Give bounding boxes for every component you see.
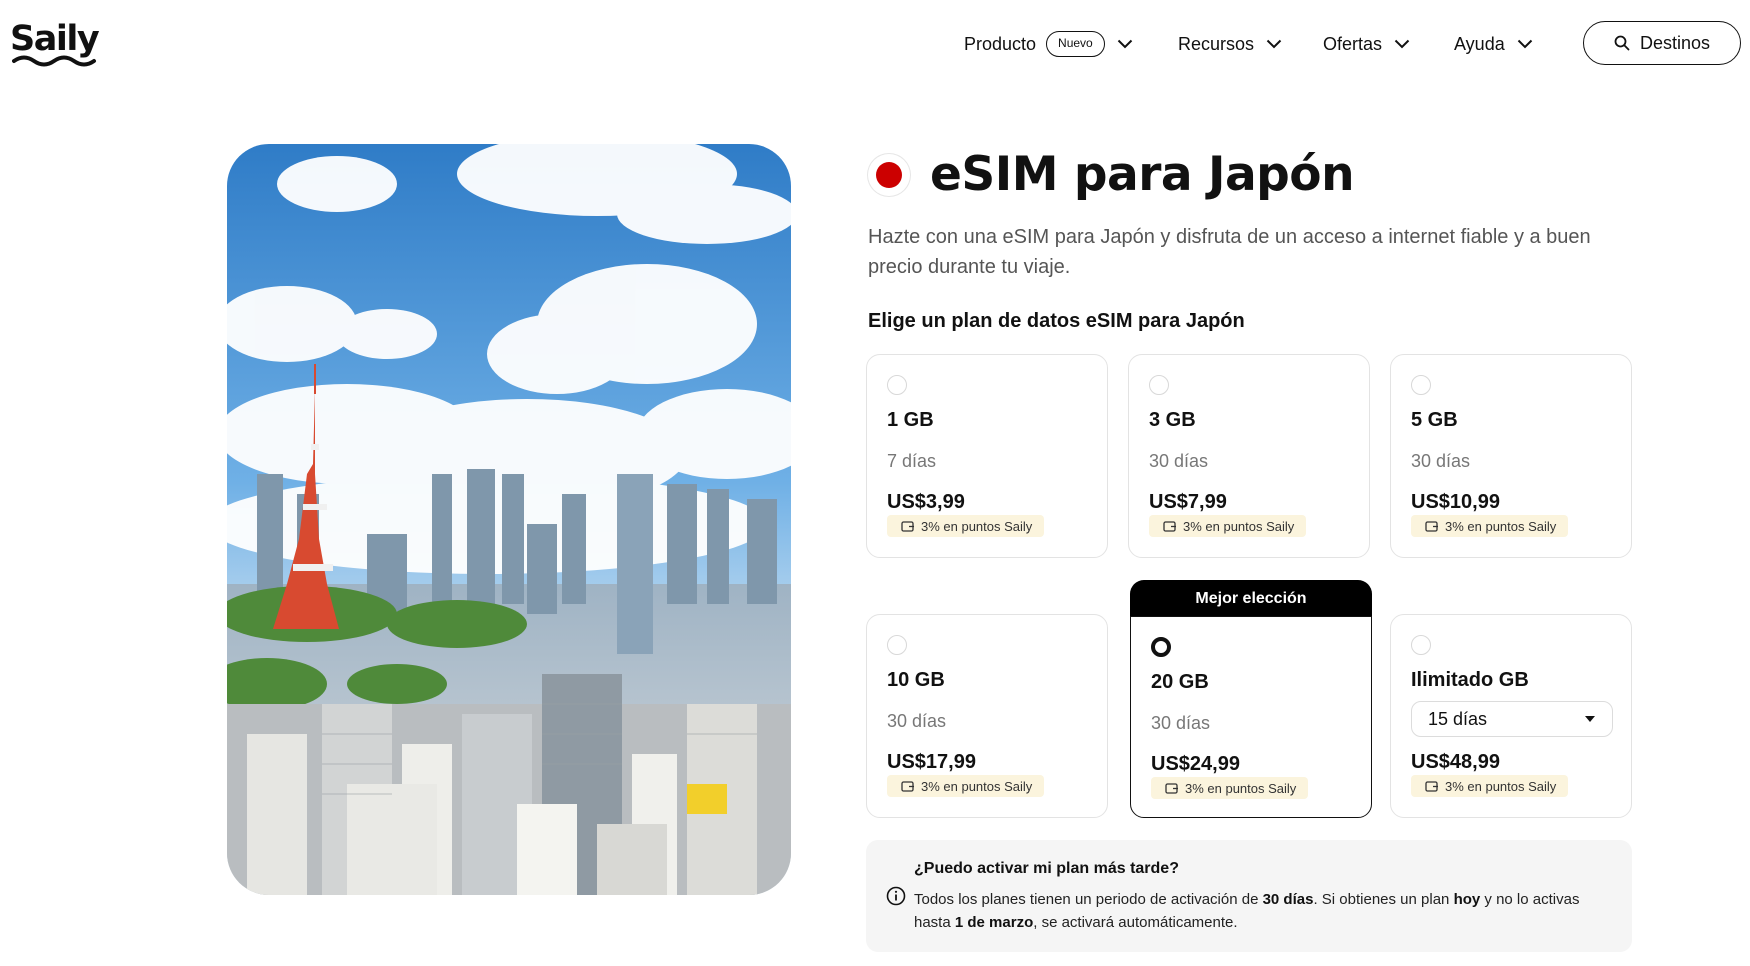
new-badge: Nuevo bbox=[1046, 31, 1105, 57]
chevron-down-icon bbox=[1266, 39, 1282, 49]
plan-card-20gb[interactable]: 20 GB 30 días US$24,99 3% en puntos Sail… bbox=[1130, 616, 1372, 818]
nav-label: Producto bbox=[964, 34, 1037, 54]
destinations-search-button[interactable]: Destinos bbox=[1583, 21, 1741, 65]
info-answer: Todos los planes tienen un periodo de ac… bbox=[914, 888, 1614, 934]
points-badge: 3% en puntos Saily bbox=[887, 775, 1045, 797]
plan-card-3gb[interactable]: 3 GB 30 días US$7,99 3% en puntos Saily bbox=[1128, 354, 1370, 558]
plan-price: US$24,99 bbox=[1151, 753, 1240, 775]
plan-price: US$3,99 bbox=[887, 491, 965, 513]
plan-duration: 30 días bbox=[1411, 451, 1471, 471]
page-title: eSIM para Japón bbox=[930, 147, 1355, 202]
answer-emphasis: 30 días bbox=[1262, 891, 1314, 908]
plan-radio[interactable] bbox=[887, 375, 907, 395]
answer-text: . Si obtienes un plan bbox=[1313, 891, 1454, 908]
points-badge: 3% en puntos Saily bbox=[1149, 515, 1307, 537]
plan-data-amount: 20 GB bbox=[1151, 671, 1209, 693]
nav-item-ofertas[interactable]: Ofertas bbox=[1323, 30, 1410, 58]
page-subtitle: Hazte con una eSIM para Japón y disfruta… bbox=[868, 226, 1591, 278]
logo-wave-icon bbox=[12, 55, 96, 67]
points-label: 3% en puntos Saily bbox=[1445, 778, 1557, 794]
plan-card-1gb[interactable]: 1 GB 7 días US$3,99 3% en puntos Saily bbox=[866, 354, 1108, 558]
nav-label: Ofertas bbox=[1323, 34, 1383, 54]
plan-data-amount: 3 GB bbox=[1149, 409, 1196, 431]
plan-data-amount: 5 GB bbox=[1411, 409, 1458, 431]
wallet-icon bbox=[901, 521, 914, 532]
nav-item-producto[interactable]: Producto Nuevo bbox=[964, 30, 1133, 58]
flag-red-circle bbox=[876, 162, 902, 188]
plan-duration: 30 días bbox=[1151, 713, 1211, 733]
points-badge: 3% en puntos Saily bbox=[1411, 515, 1569, 537]
best-choice-banner: Mejor elección bbox=[1130, 580, 1372, 617]
plan-card-unlimited[interactable]: Ilimitado GB 15 días US$48,99 3% en punt… bbox=[1390, 614, 1632, 818]
plan-card-10gb[interactable]: 10 GB 30 días US$17,99 3% en puntos Sail… bbox=[866, 614, 1108, 818]
nav-item-ayuda[interactable]: Ayuda bbox=[1454, 30, 1533, 58]
wallet-icon bbox=[1163, 521, 1176, 532]
nav-label: Ayuda bbox=[1454, 34, 1505, 54]
answer-emphasis: 1 de marzo bbox=[954, 914, 1034, 931]
wallet-icon bbox=[1165, 783, 1178, 794]
plan-radio[interactable] bbox=[887, 635, 907, 655]
info-question: ¿Puedo activar mi plan más tarde? bbox=[914, 860, 1179, 877]
chevron-down-icon bbox=[1394, 39, 1410, 49]
plan-data-amount: 1 GB bbox=[887, 409, 934, 431]
plan-duration: 30 días bbox=[887, 711, 947, 731]
plan-price: US$7,99 bbox=[1149, 491, 1227, 513]
japan-flag-icon bbox=[868, 154, 910, 196]
chevron-down-icon bbox=[1517, 39, 1533, 49]
search-icon bbox=[1614, 35, 1630, 51]
plan-price: US$17,99 bbox=[887, 751, 976, 773]
wallet-icon bbox=[1425, 781, 1438, 792]
plan-data-amount: 10 GB bbox=[887, 669, 945, 691]
destinations-label: Destinos bbox=[1639, 32, 1711, 53]
points-label: 3% en puntos Saily bbox=[921, 518, 1033, 534]
points-label: 3% en puntos Saily bbox=[1185, 780, 1297, 796]
points-badge: 3% en puntos Saily bbox=[1151, 777, 1309, 799]
caret-down-icon bbox=[1585, 716, 1595, 722]
wallet-icon bbox=[901, 781, 914, 792]
nav-item-recursos[interactable]: Recursos bbox=[1178, 30, 1282, 58]
duration-select-value: 15 días bbox=[1428, 708, 1488, 729]
plan-duration: 30 días bbox=[1149, 451, 1209, 471]
plan-duration: 7 días bbox=[887, 451, 937, 471]
points-badge: 3% en puntos Saily bbox=[887, 515, 1045, 537]
answer-text: , se activará automáticamente. bbox=[1033, 914, 1238, 931]
tokyo-skyline-image bbox=[227, 144, 791, 895]
site-header: Saily Producto Nuevo Recursos Ofertas Ay… bbox=[0, 0, 1750, 88]
plan-card-5gb[interactable]: 5 GB 30 días US$10,99 3% en puntos Saily bbox=[1390, 354, 1632, 558]
saily-logo[interactable]: Saily bbox=[10, 18, 106, 68]
points-label: 3% en puntos Saily bbox=[1183, 518, 1295, 534]
points-label: 3% en puntos Saily bbox=[1445, 518, 1557, 534]
nav-label: Recursos bbox=[1178, 34, 1255, 54]
info-icon bbox=[886, 886, 906, 906]
plans-heading: Elige un plan de datos eSIM para Japón bbox=[868, 310, 1245, 332]
duration-select[interactable]: 15 días bbox=[1411, 701, 1613, 737]
points-label: 3% en puntos Saily bbox=[921, 778, 1033, 794]
answer-emphasis: hoy bbox=[1453, 891, 1481, 908]
plan-price: US$10,99 bbox=[1411, 491, 1500, 513]
chevron-down-icon bbox=[1117, 39, 1133, 49]
plan-radio[interactable] bbox=[1411, 635, 1431, 655]
plan-price: US$48,99 bbox=[1411, 751, 1500, 773]
answer-text: Todos los planes tienen un periodo de ac… bbox=[914, 891, 1263, 908]
points-badge: 3% en puntos Saily bbox=[1411, 775, 1569, 797]
wallet-icon bbox=[1425, 521, 1438, 532]
plan-radio[interactable] bbox=[1411, 375, 1431, 395]
plan-radio[interactable] bbox=[1149, 375, 1169, 395]
plan-radio-selected[interactable] bbox=[1151, 637, 1171, 657]
plan-data-amount: Ilimitado GB bbox=[1411, 669, 1529, 691]
activation-info-box: ¿Puedo activar mi plan más tarde? Todos … bbox=[866, 840, 1632, 952]
